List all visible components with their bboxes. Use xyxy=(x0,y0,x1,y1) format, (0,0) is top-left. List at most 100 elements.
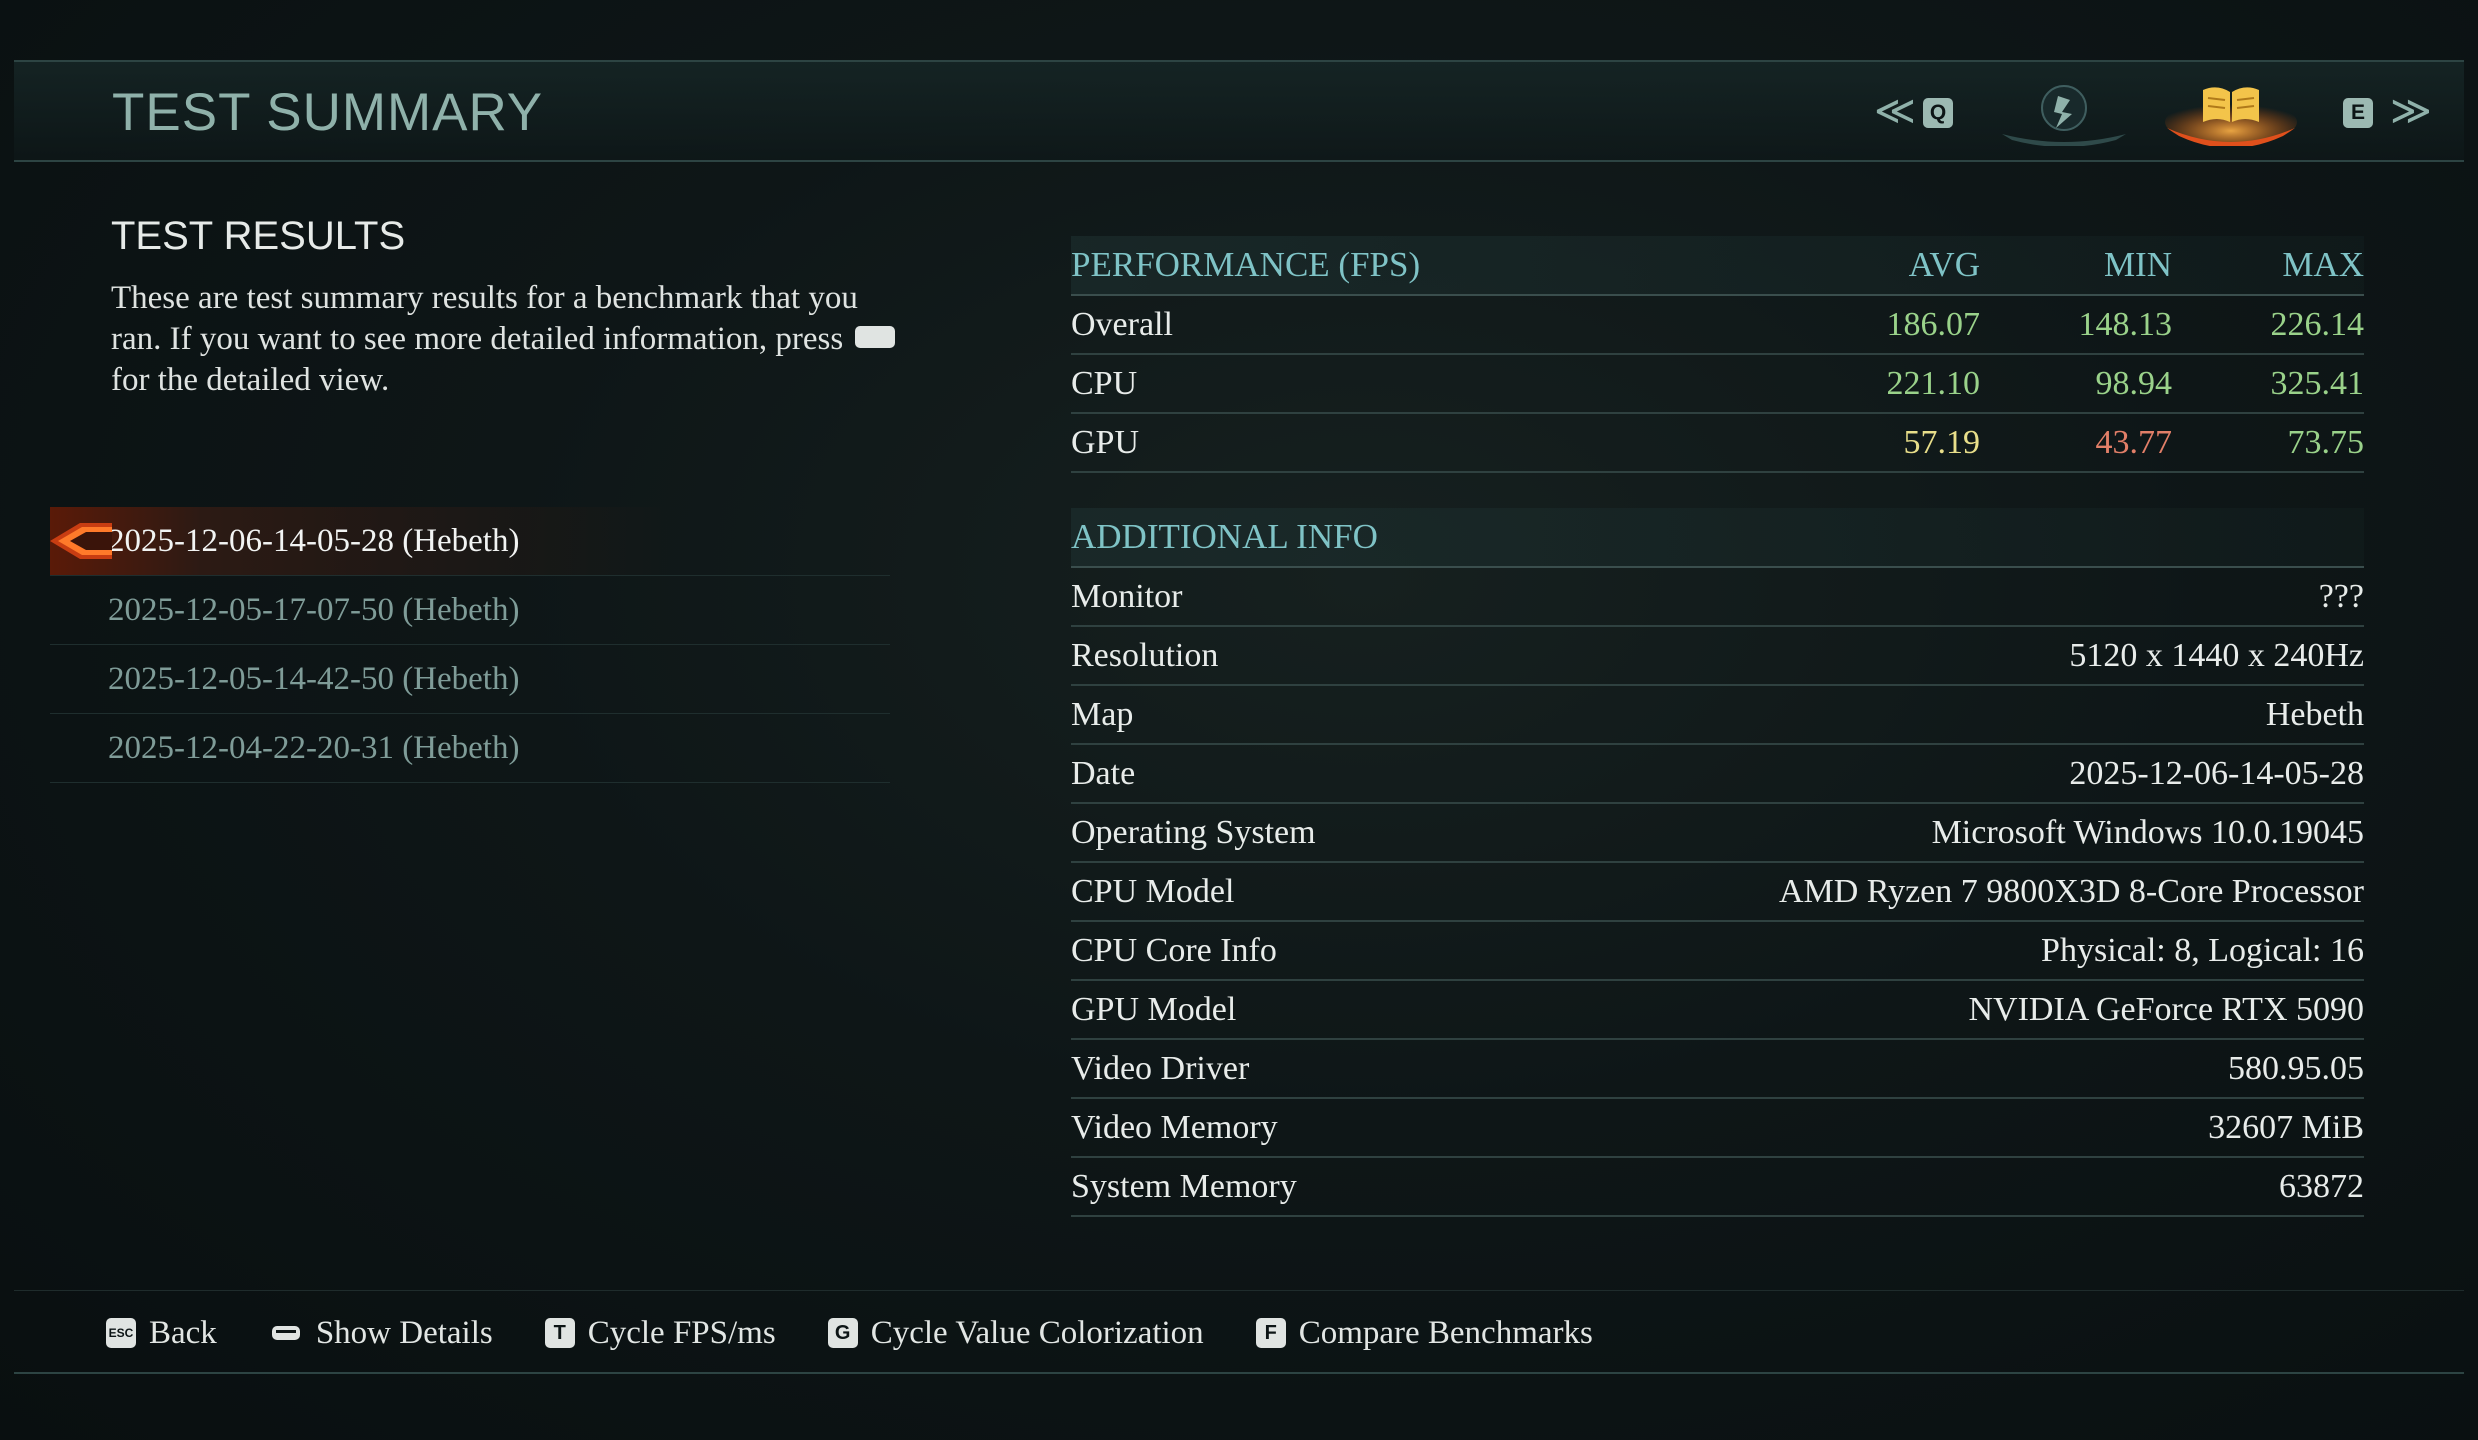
back-action[interactable]: ESC Back xyxy=(106,1315,217,1352)
row-label: Date xyxy=(1071,754,1136,792)
row-value: Microsoft Windows 10.0.19045 xyxy=(1931,813,2364,851)
row-label: CPU xyxy=(1071,364,1138,402)
row-label: Video Memory xyxy=(1071,1108,1278,1146)
row-value: Hebeth xyxy=(2265,695,2364,733)
max-value: 73.75 xyxy=(2287,423,2365,461)
controller-button-icon xyxy=(269,1318,303,1348)
table-row: Overall 186.07 148.13 226.14 xyxy=(1071,296,2364,355)
description-text: These are test summary results for a ben… xyxy=(111,280,858,357)
row-value: 580.95.05 xyxy=(2228,1049,2364,1087)
table-row: Date 2025-12-06-14-05-28 xyxy=(1071,745,2364,804)
results-title: TEST RESULTS xyxy=(111,214,406,258)
row-label: System Memory xyxy=(1071,1167,1297,1205)
row-label: Operating System xyxy=(1071,813,1316,851)
benchmark-label: 2025-12-05-17-07-50 (Hebeth) xyxy=(108,591,520,628)
t-key: T xyxy=(544,1318,575,1348)
cycle-colorization-label: Cycle Value Colorization xyxy=(870,1314,1204,1351)
col-avg: AVG xyxy=(1908,245,1980,284)
table-row: CPU Model AMD Ryzen 7 9800X3D 8-Core Proc… xyxy=(1071,863,2364,922)
row-value: AMD Ryzen 7 9800X3D 8-Core Processor xyxy=(1778,872,2364,910)
table-row: GPU 57.19 43.77 73.75 xyxy=(1071,414,2364,473)
cycle-fps-action[interactable]: T Cycle FPS/ms xyxy=(544,1314,776,1352)
benchmark-label: 2025-12-04-22-20-31 (Hebeth) xyxy=(108,729,520,766)
tab-crest[interactable] xyxy=(1996,76,2132,146)
row-value: Physical: 8, Logical: 16 xyxy=(2041,931,2364,969)
row-value: NVIDIA GeForce RTX 5090 xyxy=(1968,990,2365,1028)
compare-benchmarks-action[interactable]: F Compare Benchmarks xyxy=(1255,1314,1593,1352)
table-row: CPU 221.10 98.94 325.41 xyxy=(1071,355,2364,414)
row-label: GPU xyxy=(1071,423,1140,461)
show-details-action[interactable]: Show Details xyxy=(269,1315,493,1352)
max-value: 325.41 xyxy=(2270,364,2365,402)
additional-info-header: ADDITIONAL INFO xyxy=(1071,508,2364,568)
table-row: Monitor??? xyxy=(1071,568,2364,627)
table-row: System Memory 63872 xyxy=(1071,1158,2364,1217)
benchmark-item[interactable]: 2025-12-05-17-07-50 (Hebeth) xyxy=(50,576,890,645)
benchmark-label: 2025-12-06-14-05-28 (Hebeth) xyxy=(108,522,520,559)
table-row: Operating System Microsoft Windows 10.0.1… xyxy=(1071,804,2364,863)
results-description: These are test summary results for a ben… xyxy=(111,278,911,401)
g-key: G xyxy=(827,1318,858,1348)
min-value: 98.94 xyxy=(2095,364,2173,402)
max-value: 226.14 xyxy=(2270,305,2365,343)
col-max: MAX xyxy=(2282,245,2364,284)
footer-divider xyxy=(14,1290,2464,1291)
table-row: Resolution 5120 x 1440 x 240Hz xyxy=(1071,627,2364,686)
row-label: Resolution xyxy=(1071,636,1219,674)
avg-value: 57.19 xyxy=(1903,423,1981,461)
f-key: F xyxy=(1255,1318,1286,1348)
controller-button-icon xyxy=(855,326,896,349)
next-arrow-icon[interactable]: ≫ xyxy=(2390,88,2432,134)
prev-arrow-icon[interactable]: ≪ xyxy=(1874,88,1916,134)
row-value: 2025-12-06-14-05-28 xyxy=(2069,754,2364,792)
row-value: 63872 xyxy=(2279,1167,2364,1205)
row-label: CPU Core Info xyxy=(1071,931,1277,969)
footer-actions: ESC Back Show Details T Cycle FPS/ms G C… xyxy=(106,1308,1645,1358)
performance-title: PERFORMANCE (FPS) xyxy=(1071,245,1421,284)
min-value: 148.13 xyxy=(2078,305,2173,343)
col-min: MIN xyxy=(2103,245,2172,284)
row-label: Overall xyxy=(1071,305,1173,343)
benchmark-item[interactable]: 2025-12-04-22-20-31 (Hebeth) xyxy=(50,714,890,783)
table-row: CPU Core Info Physical: 8, Logical: 16 xyxy=(1071,922,2364,981)
bottom-border xyxy=(14,1372,2464,1374)
row-value: 32607 MiB xyxy=(2208,1108,2364,1146)
book-icon xyxy=(2165,87,2297,146)
description-text-end: for the detailed view. xyxy=(111,362,390,398)
avg-value: 221.10 xyxy=(1886,364,1981,402)
screen: TEST SUMMARY ≪ Q E ≫ TEST RESULTS These … xyxy=(0,0,2478,1440)
table-row: Video Memory 32607 MiB xyxy=(1071,1099,2364,1158)
min-value: 43.77 xyxy=(2095,423,2173,461)
show-details-label: Show Details xyxy=(315,1314,493,1351)
table-row: GPU Model NVIDIA GeForce RTX 5090 xyxy=(1071,981,2364,1040)
benchmark-item[interactable]: 2025-12-05-14-42-50 (Hebeth) xyxy=(50,645,890,714)
additional-info-title: ADDITIONAL INFO xyxy=(1071,517,1378,556)
esc-key: ESC xyxy=(106,1318,136,1348)
avg-value: 186.07 xyxy=(1886,305,1981,343)
performance-header: PERFORMANCE (FPS) AVG MIN MAX xyxy=(1071,236,2364,296)
row-label: CPU Model xyxy=(1071,872,1235,910)
table-row: Video Driver 580.95.05 xyxy=(1071,1040,2364,1099)
prev-tab-key[interactable]: Q xyxy=(1923,98,1953,128)
tab-codex[interactable] xyxy=(2163,76,2299,146)
benchmark-item-selected[interactable]: 2025-12-06-14-05-28 (Hebeth) xyxy=(50,507,890,576)
benchmark-list: 2025-12-06-14-05-28 (Hebeth) 2025-12-05-… xyxy=(50,507,890,783)
row-label: Map xyxy=(1071,695,1134,733)
row-label: Monitor xyxy=(1071,577,1183,615)
selection-arrow-icon xyxy=(50,523,112,559)
cycle-fps-label: Cycle FPS/ms xyxy=(587,1314,776,1351)
page-title: TEST SUMMARY xyxy=(112,83,544,142)
compare-benchmarks-label: Compare Benchmarks xyxy=(1298,1314,1593,1351)
row-value: 5120 x 1440 x 240Hz xyxy=(2069,636,2364,674)
additional-info-table: ADDITIONAL INFO Monitor??? Resolution 512… xyxy=(1071,508,2364,1217)
performance-table: PERFORMANCE (FPS) AVG MIN MAX Overall 18… xyxy=(1071,236,2364,473)
row-label: GPU Model xyxy=(1071,990,1237,1028)
crest-icon xyxy=(2002,85,2126,146)
cycle-colorization-action[interactable]: G Cycle Value Colorization xyxy=(827,1314,1204,1352)
table-row: Map Hebeth xyxy=(1071,686,2364,745)
row-value: ??? xyxy=(2318,577,2364,615)
next-tab-key[interactable]: E xyxy=(2343,98,2373,128)
back-label: Back xyxy=(149,1314,217,1351)
benchmark-label: 2025-12-05-14-42-50 (Hebeth) xyxy=(108,660,520,697)
row-label: Video Driver xyxy=(1071,1049,1250,1087)
